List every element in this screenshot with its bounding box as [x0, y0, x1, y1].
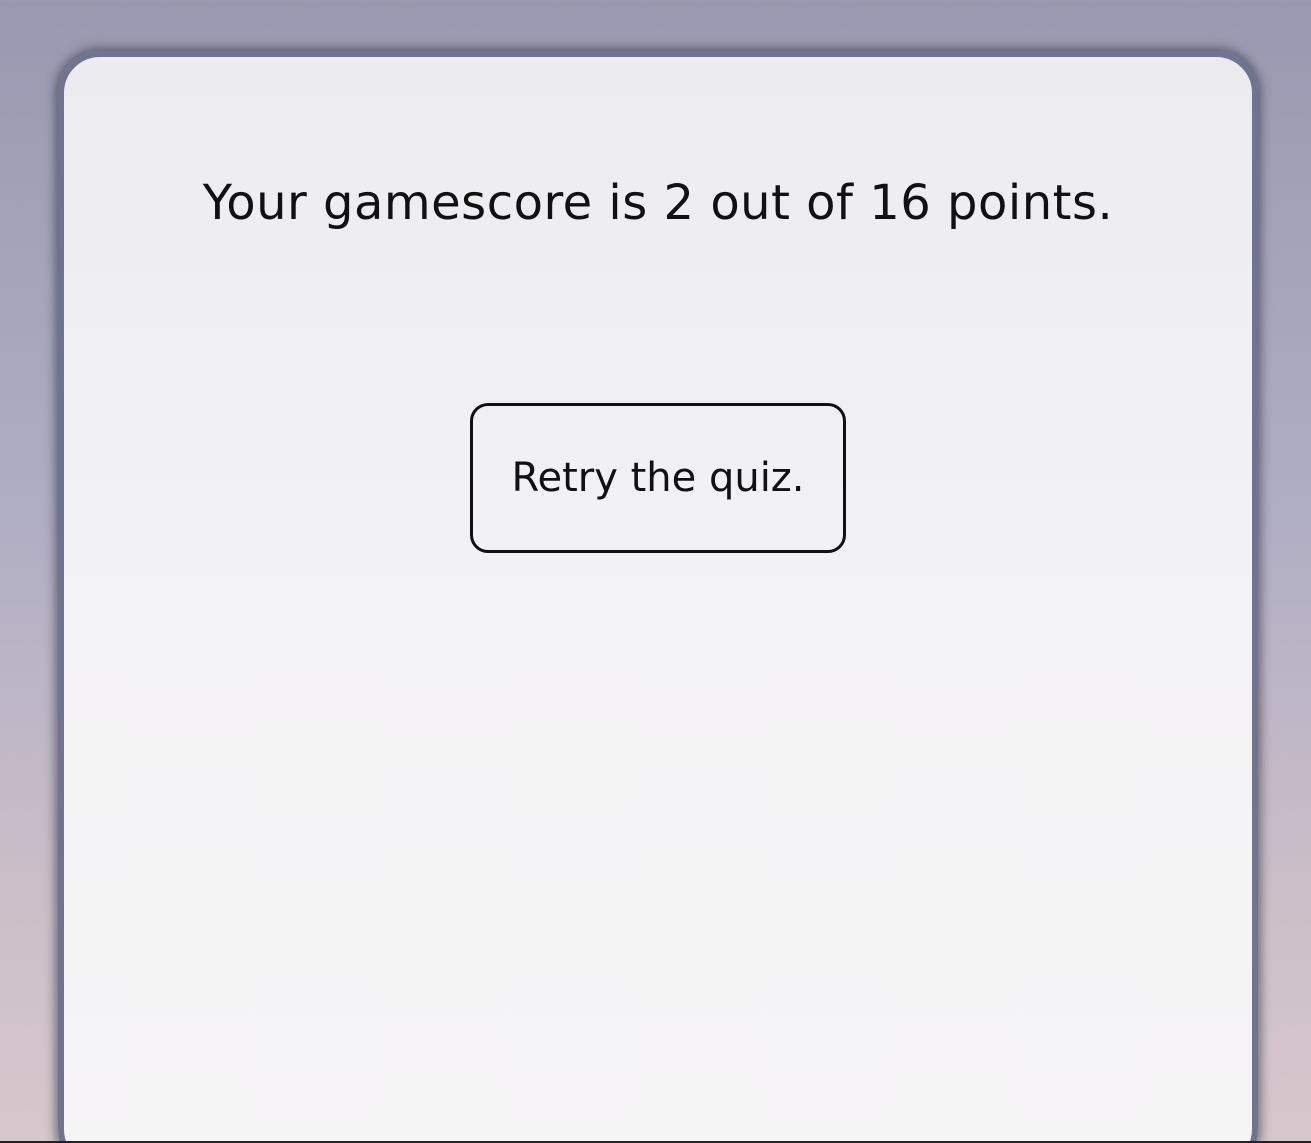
retry-quiz-button[interactable]: Retry the quiz.	[470, 403, 846, 553]
score-message: Your gamescore is 2 out of 16 points.	[202, 175, 1114, 231]
result-card: Your gamescore is 2 out of 16 points. Re…	[58, 51, 1258, 1143]
